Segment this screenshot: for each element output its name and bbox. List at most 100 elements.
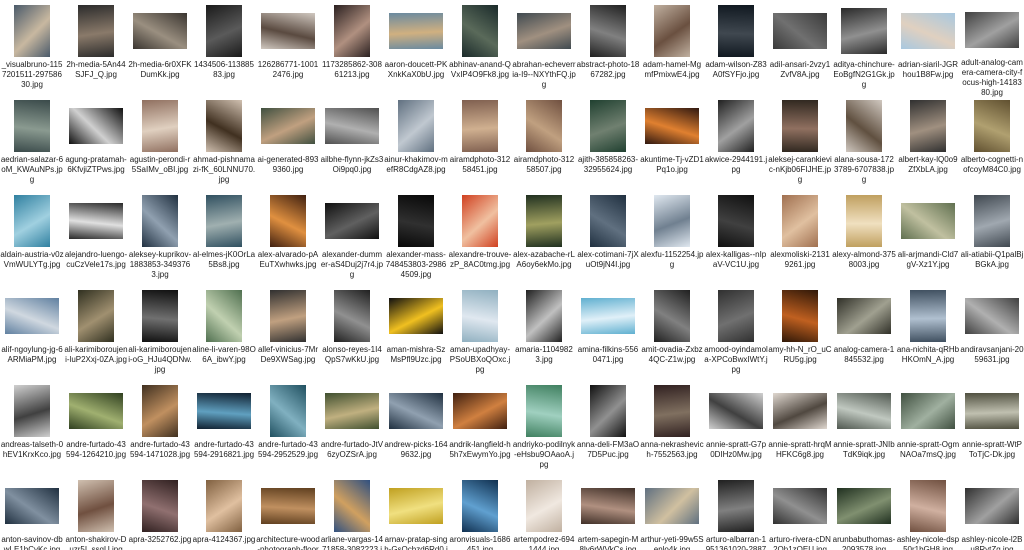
image-thumbnail[interactable] [581,298,635,334]
image-thumbnail[interactable] [910,290,946,342]
image-thumbnail[interactable] [270,290,306,342]
file-tile[interactable]: alex-kalligas--nIpaV-VC1U.jpg [704,192,768,287]
file-tile[interactable]: apra-4124367.jpg [192,477,256,550]
image-thumbnail[interactable] [654,290,690,342]
file-tile[interactable]: aronvisuals-1686451.jpg [448,477,512,550]
file-tile[interactable]: akuntime-Tj-vZD1Pq1o.jpg [640,97,704,192]
image-thumbnail[interactable] [206,290,242,342]
image-thumbnail[interactable] [334,290,370,342]
file-tile[interactable]: ali-karimiboroujeni-luP2Xxj-0ZA.jpg [64,287,128,382]
file-tile[interactable]: aleksey-kuprikov-1883853-3493763.jpg [128,192,192,287]
file-tile[interactable]: aleksej-carankievic-nKjb06FIJHE.jpg [768,97,832,192]
image-thumbnail[interactable] [206,100,242,152]
file-tile[interactable]: alexfu-1152254.jpg [640,192,704,287]
image-thumbnail[interactable] [718,100,754,152]
image-thumbnail[interactable] [846,195,882,247]
image-thumbnail[interactable] [142,100,178,152]
file-tile[interactable]: ailbhe-flynn-jkZs3Oi9pq0.jpg [320,97,384,192]
image-thumbnail[interactable] [846,100,882,152]
image-thumbnail[interactable] [841,8,887,54]
image-thumbnail[interactable] [334,5,370,57]
image-thumbnail[interactable] [910,100,946,152]
image-thumbnail[interactable] [517,13,571,49]
image-thumbnail[interactable] [78,290,114,342]
file-tile[interactable]: artem-sapegin-M8ly6rWVkCs.jpg [576,477,640,550]
file-tile[interactable]: aldain-austria-v0zVmWULYTg.jpg [0,192,64,287]
image-thumbnail[interactable] [69,393,123,429]
file-tile[interactable]: alberto-cognetti-nofcoyM84C0.jpg [960,97,1024,192]
image-thumbnail[interactable] [270,385,306,437]
image-thumbnail[interactable] [261,13,315,49]
image-thumbnail[interactable] [334,480,370,532]
image-thumbnail[interactable] [325,108,379,144]
file-tile[interactable]: alif-ngoylung-jg-6ARMiaPM.jpg [0,287,64,382]
image-thumbnail[interactable] [261,108,315,144]
image-thumbnail[interactable] [398,195,434,247]
image-thumbnail[interactable] [14,5,50,57]
image-thumbnail[interactable] [142,290,178,342]
image-thumbnail[interactable] [773,488,827,524]
image-thumbnail[interactable] [398,100,434,152]
image-thumbnail[interactable] [526,195,562,247]
file-tile[interactable]: adam-hamel-MgmfPmixwE4.jpg [640,2,704,97]
image-thumbnail[interactable] [718,5,754,57]
image-thumbnail[interactable] [462,195,498,247]
image-thumbnail[interactable] [69,203,123,239]
file-tile[interactable]: ashley-nicole-l2Bu8RytZg.jpg [960,477,1024,550]
file-tile[interactable]: annie-spratt-hrqMHFKC6g8.jpg [768,382,832,477]
image-thumbnail[interactable] [782,195,818,247]
file-tile[interactable]: arthur-yeti-99w5Senlo4k.jpg [640,477,704,550]
image-thumbnail[interactable] [389,488,443,524]
image-thumbnail[interactable] [389,13,443,49]
image-thumbnail[interactable] [462,290,498,342]
image-thumbnail[interactable] [526,290,562,342]
image-thumbnail[interactable] [5,488,59,524]
file-tile[interactable]: alexmoliski-21319261.jpg [768,192,832,287]
file-tile[interactable]: andre-furtado-43594-1264210.jpg [64,382,128,477]
file-tile[interactable]: adil-ansari-2vzy1ZvfV8A.jpg [768,2,832,97]
image-thumbnail[interactable] [709,393,763,429]
file-tile[interactable]: andreas-talseth-0hEV1KrxKco.jpg [0,382,64,477]
image-thumbnail[interactable] [78,480,114,532]
file-tile[interactable]: andre-furtado-43594-2952529.jpg [256,382,320,477]
image-thumbnail[interactable] [389,298,443,334]
file-tile[interactable]: architecture-wood-photograph-floor-camer… [256,477,320,550]
file-tile[interactable]: annie-spratt-OgmNAOa7msQ.jpg [896,382,960,477]
file-tile[interactable]: apra-3252762.jpg [128,477,192,550]
image-thumbnail[interactable] [270,195,306,247]
file-tile[interactable]: andre-furtado-43594-1471028.jpg [128,382,192,477]
file-tile[interactable]: alex-cotimani-7jXuOt9jN4I.jpg [576,192,640,287]
file-tile[interactable]: aditya-chinchure-EoBgfN2G1Gk.jpg [832,2,896,97]
file-tile[interactable]: ai-generated-8939360.jpg [256,97,320,192]
image-thumbnail[interactable] [462,100,498,152]
file-tile[interactable]: adam-wilson-Z83A0fSYFjo.jpg [704,2,768,97]
image-thumbnail[interactable] [654,195,690,247]
file-tile[interactable]: arliane-vargas-1471858-3082223.jpg [320,477,384,550]
file-tile[interactable]: agung-pratamah-6KfvjiZTPws.jpg [64,97,128,192]
image-thumbnail[interactable] [581,488,635,524]
file-tile[interactable]: al-elmes-jK0OrLa5Bs8.jpg [192,192,256,287]
image-thumbnail[interactable] [453,393,507,429]
image-thumbnail[interactable] [645,488,699,524]
image-thumbnail[interactable] [197,393,251,429]
image-thumbnail[interactable] [142,195,178,247]
file-tile[interactable]: amina-filkins-5560471.jpg [576,287,640,382]
image-thumbnail[interactable] [718,195,754,247]
image-thumbnail[interactable] [69,108,123,144]
file-tile[interactable]: ana-nichita-qRHbHKOmN_A.jpg [896,287,960,382]
image-thumbnail[interactable] [901,13,955,49]
image-thumbnail[interactable] [206,480,242,532]
file-tile[interactable]: annie-spratt-WtPToTjC-Dk.jpg [960,382,1024,477]
file-tile[interactable]: adrian-siaril-JGRhou1B8Fw.jpg [896,2,960,97]
image-thumbnail[interactable] [965,393,1019,429]
file-tile[interactable]: anna-nekrashevich-7552563.jpg [640,382,704,477]
image-thumbnail[interactable] [206,5,242,57]
image-thumbnail[interactable] [901,203,955,239]
file-tile[interactable]: agustin-perondi-r5SaIMv_oBI.jpg [128,97,192,192]
image-thumbnail[interactable] [325,393,379,429]
file-tile[interactable]: arturo-albarran-1951361020-28875310.jpg [704,477,768,550]
file-tile[interactable]: annie-spratt-JNIbTdK9iqk.jpg [832,382,896,477]
file-tile[interactable]: anna-deli-FM3aO7D5Puc.jpg [576,382,640,477]
file-tile[interactable]: aman-mishra-SzMsPfl9Uzc.jpg [384,287,448,382]
image-thumbnail[interactable] [773,13,827,49]
